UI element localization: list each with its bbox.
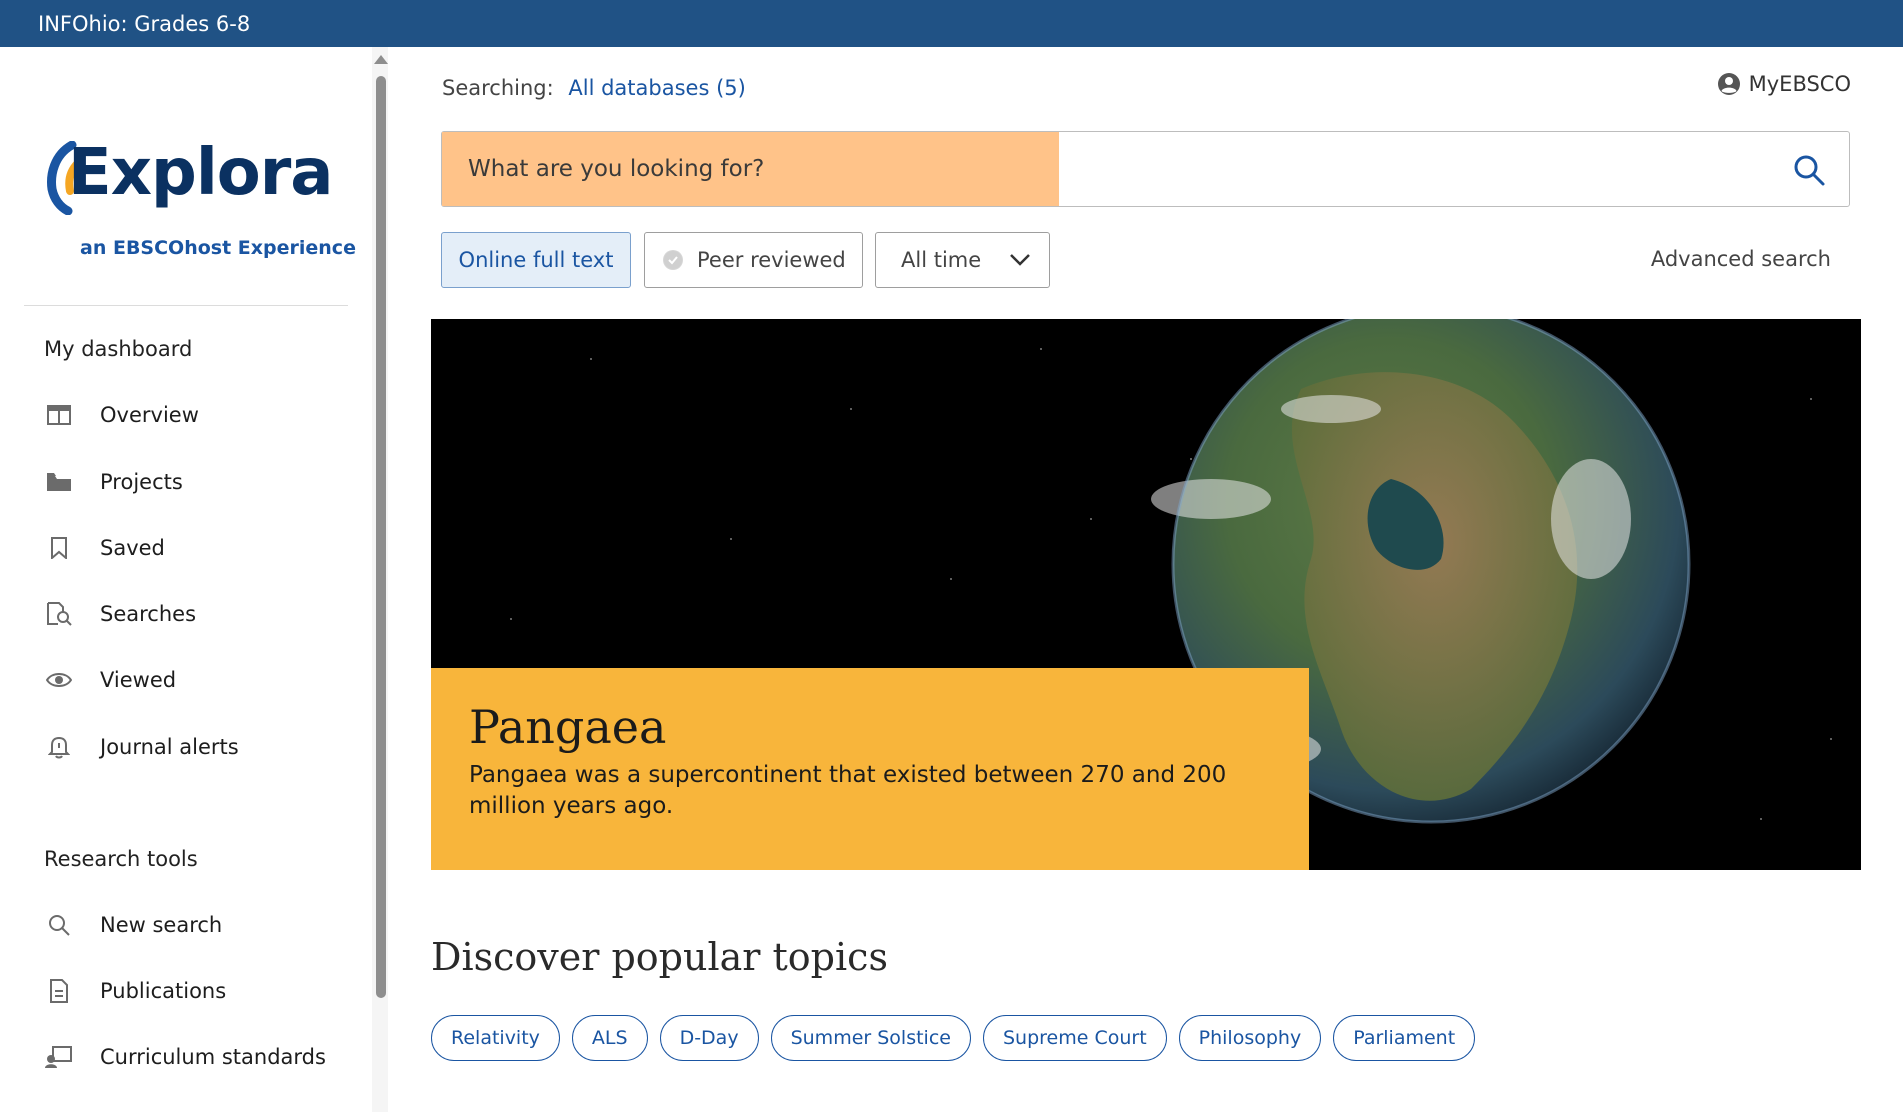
date-range-dropdown[interactable]: All time <box>875 232 1050 288</box>
topic-chip-summer-solstice[interactable]: Summer Solstice <box>770 1015 971 1061</box>
sidebar-item-label: Searches <box>100 602 197 626</box>
search-icon <box>1794 155 1825 186</box>
search-box <box>441 131 1850 207</box>
document-icon <box>44 976 74 1006</box>
hero-caption: Pangaea Pangaea was a supercontinent tha… <box>431 668 1309 870</box>
sidebar-item-overview[interactable]: Overview <box>44 395 344 435</box>
sidebar-scrollbar-thumb[interactable] <box>376 76 386 998</box>
sidebar-item-label: Viewed <box>100 668 177 692</box>
search-icon <box>44 910 74 940</box>
search-button[interactable] <box>1787 148 1831 192</box>
sidebar-item-label: New search <box>100 913 223 937</box>
sidebar-item-searches[interactable]: Searches <box>44 594 344 634</box>
peer-reviewed-badge-icon <box>663 250 683 270</box>
search-input[interactable] <box>442 132 1059 206</box>
discover-topics-title: Discover popular topics <box>431 935 888 979</box>
sidebar: Explora an EBSCOhost Experience My dashb… <box>0 47 392 1112</box>
filter-label: Online full text <box>458 248 614 272</box>
featured-topic-hero[interactable]: Pangaea Pangaea was a supercontinent tha… <box>431 319 1861 870</box>
tools-section-title: Research tools <box>44 847 198 871</box>
advanced-search-link[interactable]: Advanced search <box>1651 247 1831 271</box>
sidebar-item-saved[interactable]: Saved <box>44 528 344 568</box>
institution-header: INFOhio: Grades 6-8 <box>0 0 1903 47</box>
sidebar-item-journal-alerts[interactable]: Journal alerts <box>44 727 344 767</box>
myebsco-account-button[interactable]: MyEBSCO <box>1717 72 1851 96</box>
myebsco-label: MyEBSCO <box>1748 72 1851 96</box>
logo-tagline: an EBSCOhost Experience <box>80 237 356 259</box>
logo-wordmark: Explora <box>68 136 333 210</box>
topic-chip-parliament[interactable]: Parliament <box>1333 1015 1476 1061</box>
topic-chip-d-day[interactable]: D-Day <box>659 1015 759 1061</box>
folder-icon <box>44 467 74 497</box>
sidebar-item-new-search[interactable]: New search <box>44 905 344 945</box>
bookmark-icon <box>44 533 74 563</box>
scroll-up-arrow-icon[interactable] <box>374 55 388 64</box>
sidebar-item-publications[interactable]: Publications <box>44 971 344 1011</box>
sidebar-item-label: Curriculum standards <box>100 1045 326 1069</box>
search-history-icon <box>44 599 74 629</box>
filter-label: Peer reviewed <box>697 248 846 272</box>
sidebar-item-projects[interactable]: Projects <box>44 462 344 502</box>
chevron-down-icon <box>1010 254 1031 266</box>
hero-title[interactable]: Pangaea <box>469 698 1271 756</box>
databases-link[interactable]: All databases (5) <box>568 76 745 100</box>
overview-icon <box>44 400 74 430</box>
sidebar-item-viewed[interactable]: Viewed <box>44 660 344 700</box>
searching-label: Searching: <box>442 76 554 100</box>
filter-label: All time <box>901 248 982 272</box>
sidebar-item-label: Projects <box>100 470 183 494</box>
user-circle-icon <box>1717 73 1740 95</box>
sidebar-item-label: Publications <box>100 979 227 1003</box>
dashboard-section-title: My dashboard <box>44 337 193 361</box>
eye-icon <box>44 665 74 695</box>
institution-title: INFOhio: Grades 6-8 <box>38 11 251 36</box>
online-full-text-filter[interactable]: Online full text <box>441 232 631 288</box>
sidebar-item-curriculum-standards[interactable]: Curriculum standards <box>44 1037 344 1077</box>
sidebar-item-label: Overview <box>100 403 199 427</box>
sidebar-item-label: Journal alerts <box>100 735 239 759</box>
topic-chip-philosophy[interactable]: Philosophy <box>1178 1015 1322 1061</box>
sidebar-item-label: Saved <box>100 536 165 560</box>
popular-topics-list: Relativity ALS D-Day Summer Solstice Sup… <box>431 1015 1476 1061</box>
explora-logo[interactable]: Explora an EBSCOhost Experience <box>44 133 356 259</box>
topic-chip-supreme-court[interactable]: Supreme Court <box>982 1015 1167 1061</box>
standards-icon <box>44 1042 74 1072</box>
topic-chip-relativity[interactable]: Relativity <box>431 1015 560 1061</box>
bell-icon <box>44 732 74 762</box>
hero-description: Pangaea was a supercontinent that existe… <box>469 762 1227 819</box>
searching-scope: Searching: All databases (5) <box>442 76 746 100</box>
topic-chip-als[interactable]: ALS <box>571 1015 648 1061</box>
peer-reviewed-filter[interactable]: Peer reviewed <box>644 232 863 288</box>
sidebar-divider <box>24 305 348 306</box>
